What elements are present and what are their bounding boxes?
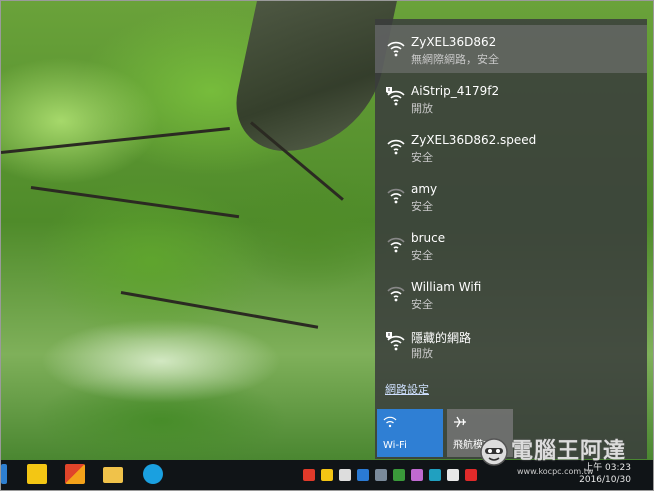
network-item[interactable]: 隱藏的網路 開放 bbox=[375, 319, 647, 367]
bluetooth-icon[interactable] bbox=[357, 469, 369, 481]
network-flyout: ZyXEL36D862 無網際網路，安全 AiStrip_4179f2 開放 Z… bbox=[375, 19, 647, 459]
wifi-weak-icon bbox=[387, 286, 405, 302]
network-item[interactable]: AiStrip_4179f2 開放 bbox=[375, 74, 647, 122]
network-status: 開放 bbox=[411, 102, 433, 115]
network-status: 無網際網路，安全 bbox=[411, 53, 499, 66]
wifi-secured-icon bbox=[387, 41, 405, 57]
wifi-icon bbox=[383, 416, 397, 428]
network-item[interactable]: ZyXEL36D862 無網際網路，安全 bbox=[375, 25, 647, 73]
tray-app-icon[interactable] bbox=[393, 469, 405, 481]
network-status: 開放 bbox=[411, 347, 433, 360]
tray-app-icon[interactable] bbox=[411, 469, 423, 481]
task-view-edge[interactable] bbox=[1, 464, 7, 484]
steam-icon[interactable] bbox=[375, 469, 387, 481]
network-status: 安全 bbox=[411, 151, 433, 164]
network-name: William Wifi bbox=[411, 280, 482, 294]
network-item[interactable]: ZyXEL36D862.speed 安全 bbox=[375, 123, 647, 171]
network-name: bruce bbox=[411, 231, 446, 245]
network-name: ZyXEL36D862.speed bbox=[411, 133, 537, 147]
watermark-title: 電腦王阿達 bbox=[511, 439, 627, 464]
wifi-open-warning-icon bbox=[386, 332, 405, 351]
site-watermark: 電腦王阿達 www.kocpc.com.tw bbox=[475, 433, 647, 483]
network-name: AiStrip_4179f2 bbox=[411, 84, 500, 98]
network-item[interactable]: bruce 安全 bbox=[375, 221, 647, 269]
screen: ZyXEL36D862 無網際網路，安全 AiStrip_4179f2 開放 Z… bbox=[0, 0, 654, 491]
network-status: 安全 bbox=[411, 249, 433, 262]
tray-app-icon[interactable] bbox=[303, 469, 315, 481]
network-name: ZyXEL36D862 bbox=[411, 35, 497, 49]
network-item[interactable]: amy 安全 bbox=[375, 172, 647, 220]
network-status: 安全 bbox=[411, 200, 433, 213]
wifi-weak-icon bbox=[387, 237, 405, 253]
airplane-icon bbox=[454, 416, 466, 428]
tray-app-icon[interactable] bbox=[447, 469, 459, 481]
file-explorer-icon[interactable] bbox=[103, 467, 123, 483]
sticky-note-icon[interactable] bbox=[27, 464, 47, 484]
wifi-toggle-tile[interactable]: Wi-Fi bbox=[377, 409, 443, 457]
watermark-url: www.kocpc.com.tw bbox=[517, 467, 594, 476]
network-status: 安全 bbox=[411, 298, 433, 311]
wifi-tile-label: Wi-Fi bbox=[383, 440, 407, 451]
wifi-secured-icon bbox=[387, 139, 405, 155]
network-item[interactable]: William Wifi 安全 bbox=[375, 270, 647, 318]
tray-app-icon[interactable] bbox=[321, 469, 333, 481]
tray-app-icon[interactable] bbox=[429, 469, 441, 481]
grid-app-icon[interactable] bbox=[65, 464, 85, 484]
mascot-logo-icon bbox=[480, 438, 508, 466]
shield-icon[interactable] bbox=[339, 469, 351, 481]
network-name: 隱藏的網路 bbox=[411, 331, 472, 345]
network-name: amy bbox=[411, 182, 438, 196]
wifi-weak-icon bbox=[387, 188, 405, 204]
network-settings-link[interactable]: 網路設定 bbox=[385, 381, 429, 397]
skype-icon[interactable] bbox=[143, 464, 163, 484]
wifi-open-warning-icon bbox=[386, 87, 405, 106]
